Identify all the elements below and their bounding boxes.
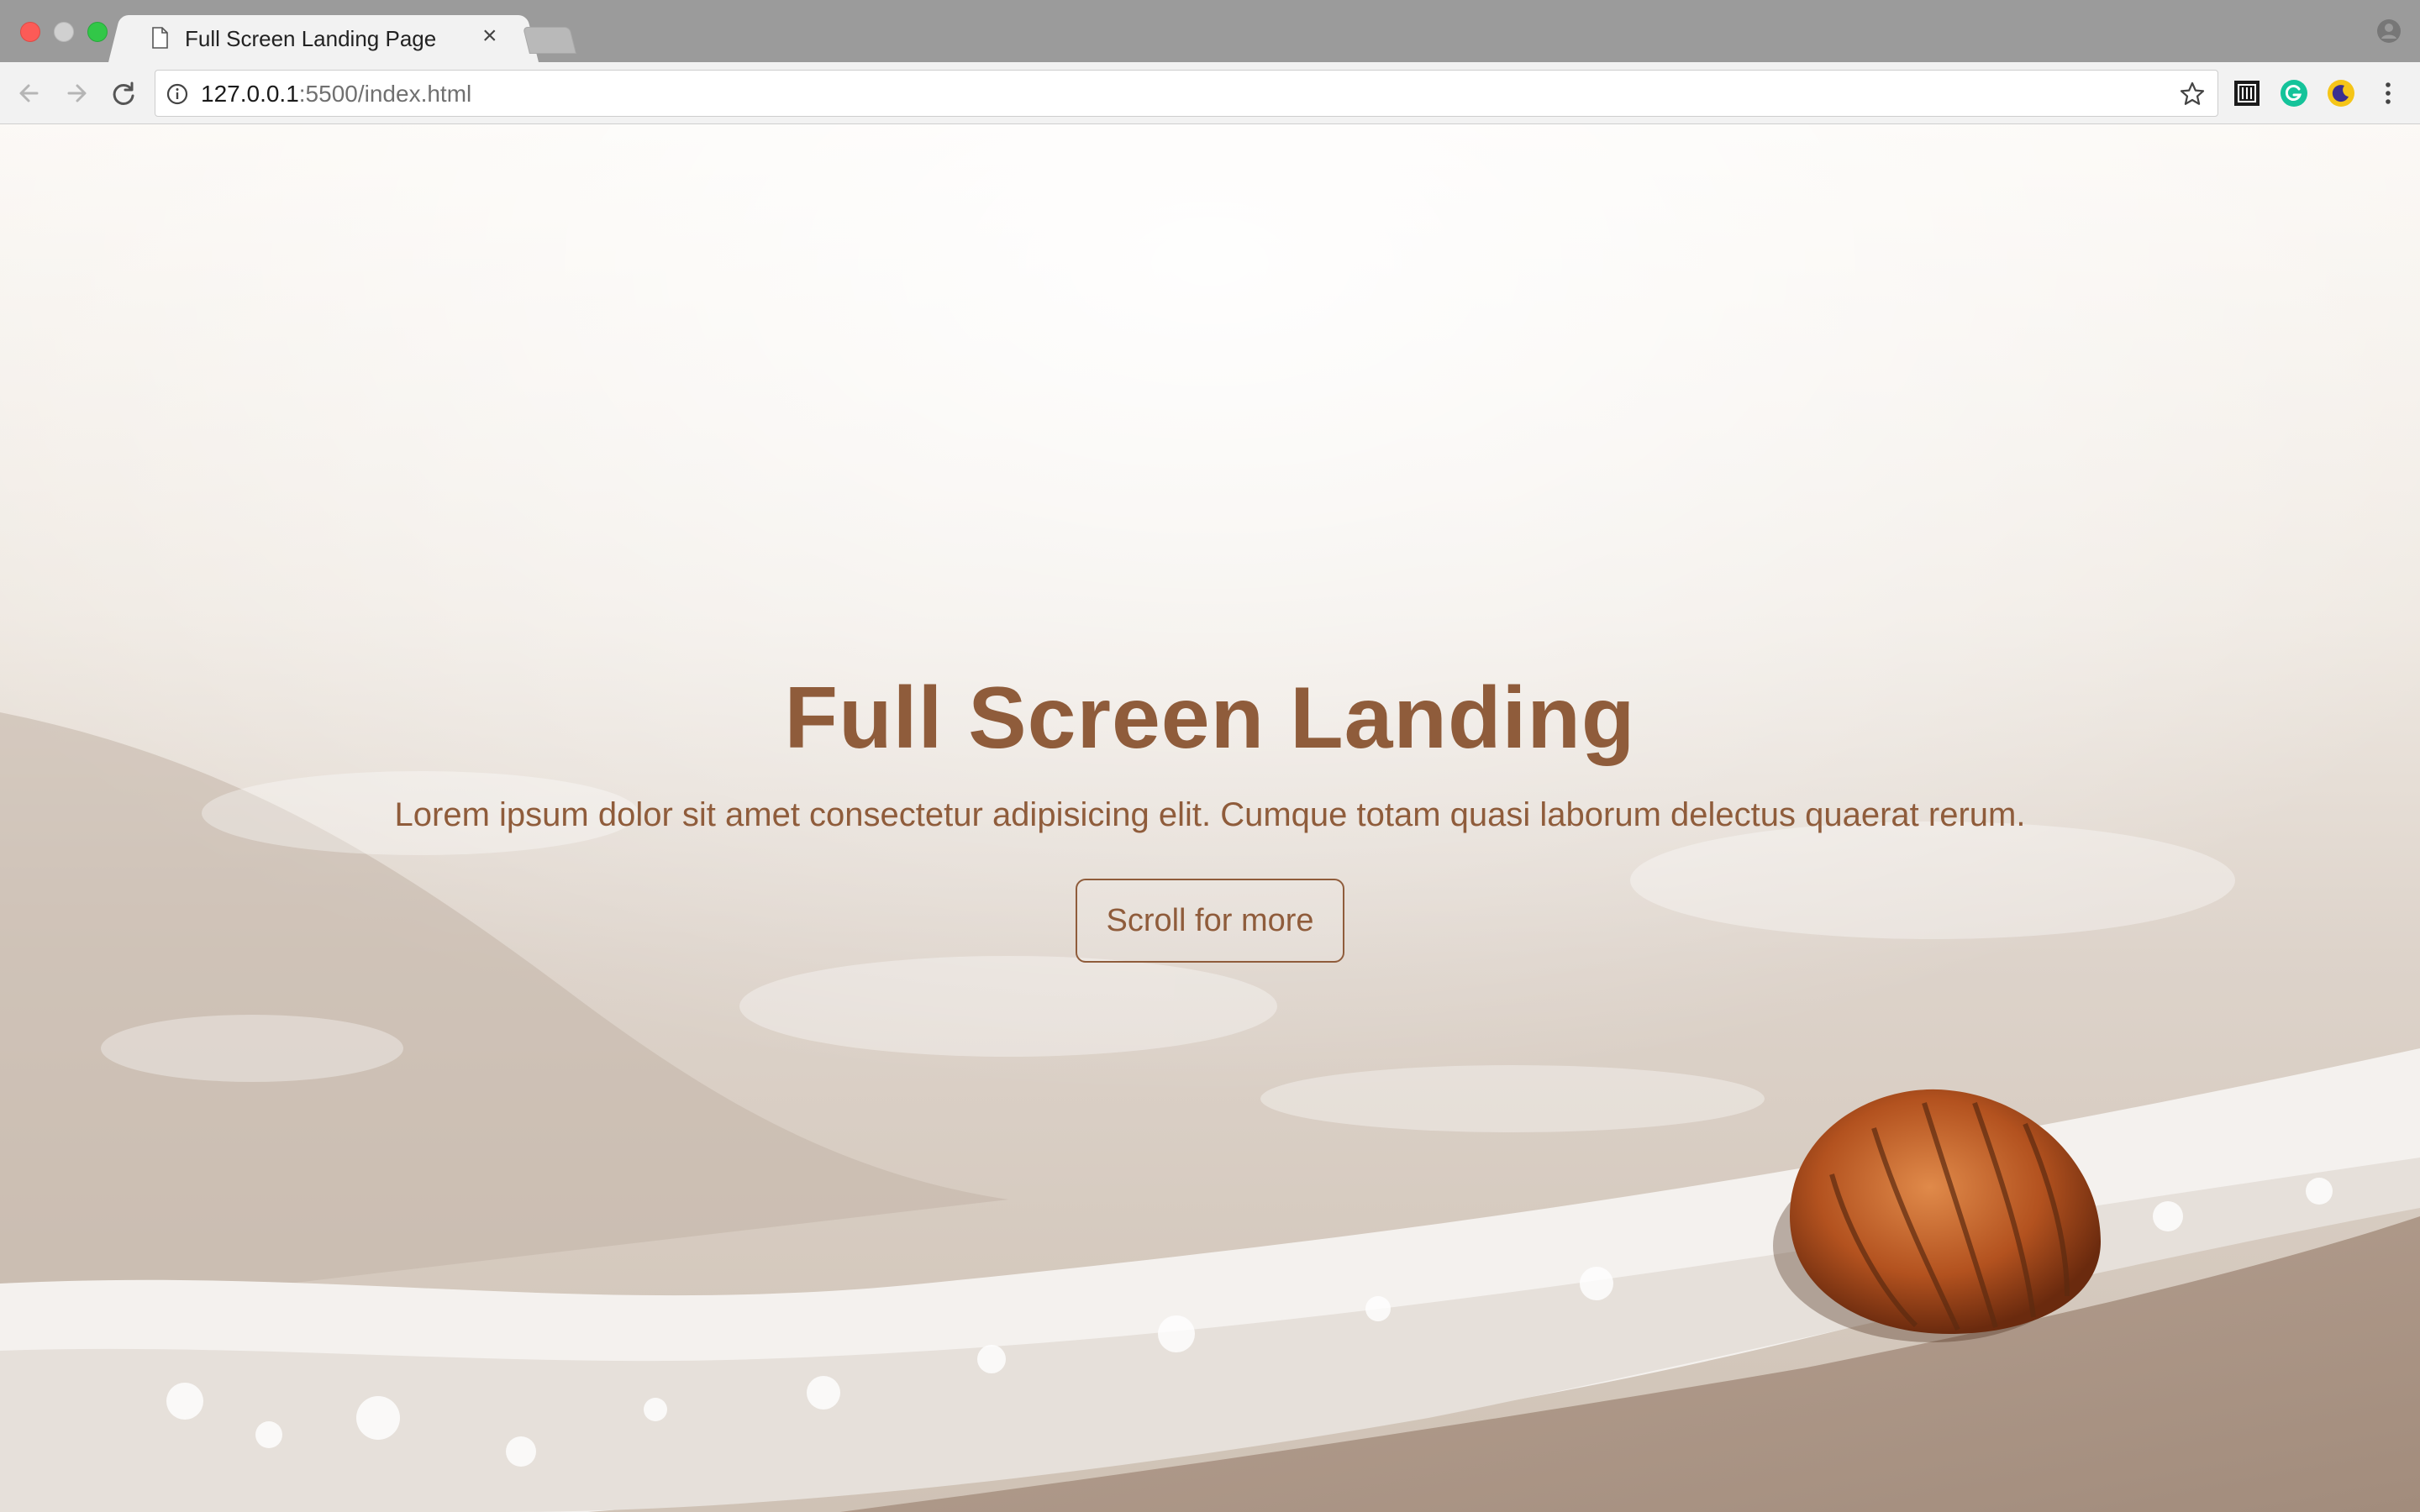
- forward-icon[interactable]: [60, 77, 92, 109]
- extension-icon[interactable]: [2232, 78, 2262, 108]
- address-bar[interactable]: 127.0.0.1:5500/index.html: [155, 70, 2218, 117]
- maximize-window-button[interactable]: [87, 22, 108, 42]
- browser-tab-active[interactable]: Full Screen Landing Page ×: [126, 15, 521, 62]
- night-mode-icon[interactable]: [2326, 78, 2356, 108]
- page-icon: [152, 27, 168, 49]
- page-viewport[interactable]: Full Screen Landing Lorem ipsum dolor si…: [0, 124, 2420, 1512]
- grammarly-icon[interactable]: [2279, 78, 2309, 108]
- scroll-for-more-button[interactable]: Scroll for more: [1076, 879, 1344, 963]
- hero-section: Full Screen Landing Lorem ipsum dolor si…: [0, 124, 2420, 1512]
- star-icon[interactable]: [2179, 81, 2206, 108]
- url-host: 127.0.0.1: [201, 81, 299, 107]
- browser-titlebar: Full Screen Landing Page ×: [0, 0, 2420, 62]
- url-path: :5500/index.html: [298, 81, 472, 107]
- close-icon[interactable]: ×: [482, 22, 497, 50]
- tab-title: Full Screen Landing Page: [185, 26, 437, 51]
- browser-toolbar: 127.0.0.1:5500/index.html: [0, 62, 2420, 124]
- hero-title: Full Screen Landing: [784, 669, 1636, 767]
- menu-icon[interactable]: [2373, 78, 2403, 108]
- info-icon[interactable]: [166, 82, 189, 106]
- back-icon[interactable]: [13, 77, 45, 109]
- minimize-window-button[interactable]: [54, 22, 74, 42]
- hero-subtitle: Lorem ipsum dolor sit amet consectetur a…: [394, 796, 2026, 833]
- close-window-button[interactable]: [20, 22, 40, 42]
- reload-icon[interactable]: [108, 77, 139, 109]
- new-tab-button[interactable]: [523, 27, 576, 54]
- url-text: 127.0.0.1:5500/index.html: [201, 81, 471, 108]
- profile-icon[interactable]: [2376, 18, 2402, 44]
